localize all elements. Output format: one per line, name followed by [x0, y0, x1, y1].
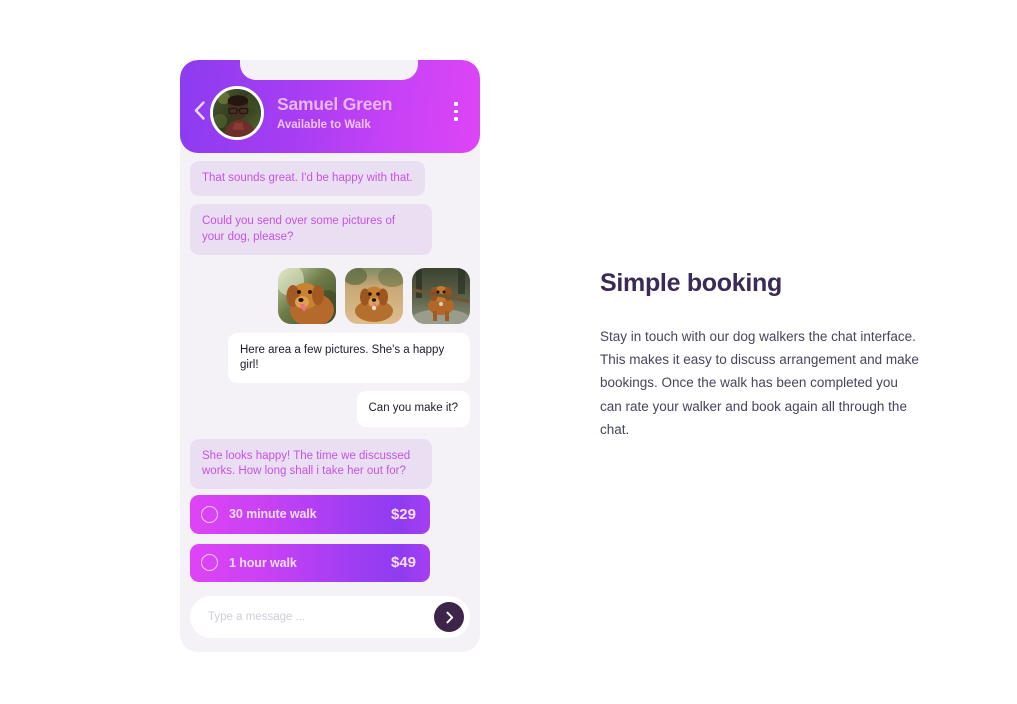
chevron-right-icon: [445, 611, 453, 623]
kebab-menu-icon[interactable]: [446, 97, 466, 127]
message-row: That sounds great. I'd be happy with tha…: [190, 161, 470, 197]
page-title: Simple booking: [600, 269, 782, 297]
message-row: Can you make it?: [190, 391, 470, 427]
photo-attachment-row: [190, 267, 470, 324]
dog-photo-closeup[interactable]: [278, 267, 336, 324]
contact-status: Available to Walk: [277, 119, 371, 132]
chevron-left-icon[interactable]: [190, 96, 208, 126]
avatar[interactable]: [210, 85, 264, 140]
option-price: $29: [390, 505, 416, 523]
dog-photo-sitting[interactable]: [345, 267, 403, 324]
composer: [190, 596, 470, 638]
radio-unchecked-icon: [201, 505, 218, 523]
send-button[interactable]: [434, 602, 464, 632]
content-column: Simple booking Stay in touch with our do…: [600, 268, 920, 441]
message-list: That sounds great. I'd be happy with tha…: [180, 153, 480, 592]
radio-unchecked-icon: [201, 554, 218, 572]
chat-header: Samuel Green Available to Walk: [180, 60, 480, 153]
chat-panel: Samuel Green Available to Walk That soun…: [180, 60, 480, 652]
walk-option-1-hour[interactable]: 1 hour walk $49: [190, 543, 430, 582]
message-bubble-received: Could you send over some pictures of you…: [190, 204, 432, 255]
message-bubble-received: That sounds great. I'd be happy with tha…: [190, 161, 425, 197]
message-row: Could you send over some pictures of you…: [190, 204, 470, 255]
page-description: Stay in touch with our dog walkers the c…: [600, 329, 919, 437]
phone-notch: [240, 60, 418, 80]
option-price: $49: [390, 554, 416, 572]
kebab-dot: [454, 109, 458, 114]
message-bubble-received: She looks happy! The time we discussed w…: [190, 438, 432, 490]
header-text-block: Samuel Green Available to Walk: [277, 94, 446, 133]
walk-option-30-minute[interactable]: 30 minute walk $29: [190, 495, 430, 534]
option-label: 1 hour walk: [229, 555, 297, 570]
kebab-dot: [454, 102, 458, 106]
composer-area: [180, 592, 480, 652]
option-label: 30 minute walk: [229, 507, 317, 522]
dog-photo-with-stick[interactable]: [412, 267, 470, 324]
message-input[interactable]: [208, 611, 434, 623]
kebab-dot: [454, 117, 458, 121]
message-bubble-sent: Here area a few pictures. She's a happy …: [228, 332, 470, 384]
message-bubble-sent: Can you make it?: [356, 391, 470, 427]
page-root: Samuel Green Available to Walk That soun…: [0, 0, 1017, 704]
message-row: She looks happy! The time we discussed w…: [190, 438, 470, 490]
contact-name: Samuel Green: [277, 94, 393, 115]
message-row: Here area a few pictures. She's a happy …: [190, 332, 470, 384]
